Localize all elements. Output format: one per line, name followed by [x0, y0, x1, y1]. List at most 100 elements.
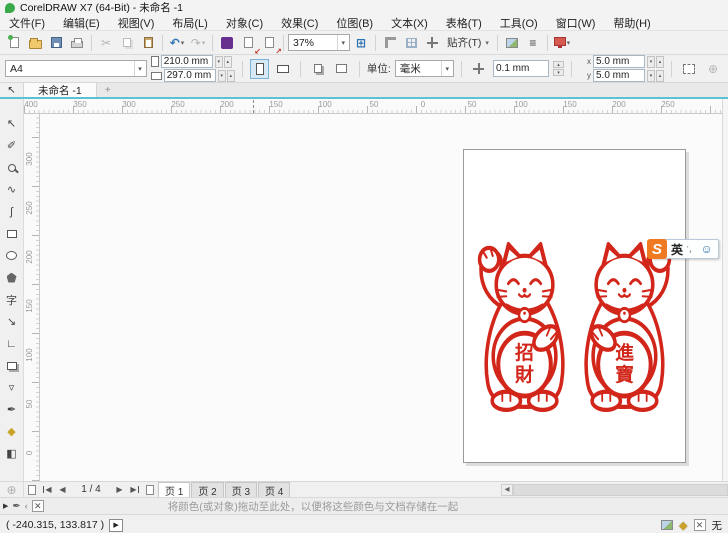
nudge-stepper[interactable]: ▴ ▾	[552, 61, 564, 76]
open-button[interactable]	[25, 33, 45, 53]
copy-button[interactable]	[117, 33, 137, 53]
toolbox-customize-button[interactable]: ⊕	[0, 482, 24, 497]
current-page-button[interactable]	[332, 59, 352, 79]
hscroll-left-button[interactable]: ◂	[501, 483, 513, 496]
vertical-scrollbar[interactable]	[722, 99, 728, 481]
page-tab-2[interactable]: 页 2	[191, 482, 224, 498]
menu-effects[interactable]: 效果(C)	[272, 15, 327, 31]
duplicate-x-field[interactable]	[592, 55, 645, 68]
chevron-down-icon[interactable]: ▾	[441, 61, 449, 76]
fullscreen-preview-button[interactable]: ⊞	[351, 33, 371, 53]
next-page-button[interactable]: ▶	[112, 482, 127, 497]
image-adjust-icon[interactable]	[661, 520, 674, 530]
application-launcher-button[interactable]: ▾	[552, 33, 572, 53]
fill-tool[interactable]: ◆	[1, 421, 22, 442]
sogou-logo-icon[interactable]: S	[647, 239, 667, 259]
menu-file[interactable]: 文件(F)	[0, 15, 54, 31]
menu-object[interactable]: 对象(C)	[217, 15, 272, 31]
units-combo[interactable]: 毫米 ▾	[394, 60, 454, 77]
add-property-button[interactable]: ⊕	[703, 59, 723, 79]
snap-button[interactable]	[422, 33, 442, 53]
duplicate-y-field[interactable]	[592, 69, 645, 82]
graphics-options-button[interactable]: ≡	[523, 33, 543, 53]
ime-tools-icon[interactable]: '，	[687, 244, 697, 255]
status-flyout-button[interactable]: ▶	[109, 518, 124, 532]
page-indicator[interactable]: 1 / 4	[70, 484, 112, 495]
add-page-after-button[interactable]	[142, 482, 158, 497]
show-rulers-button[interactable]	[380, 33, 400, 53]
dimension-tool[interactable]: ↘	[1, 311, 22, 332]
menu-bitmaps[interactable]: 位图(B)	[327, 15, 382, 31]
page-tab-4[interactable]: 页 4	[258, 482, 291, 498]
fill-color-icon[interactable]: ◆	[679, 519, 687, 532]
chevron-down-icon[interactable]: ▾	[134, 61, 142, 76]
paper-height-stepper[interactable]: ▾ ▴	[217, 69, 235, 82]
portrait-button[interactable]	[249, 58, 270, 79]
search-content-button[interactable]	[217, 33, 237, 53]
interactive-fill-tool[interactable]: ◧	[1, 443, 22, 464]
paper-width-field[interactable]	[160, 55, 213, 68]
undo-dropdown-caret[interactable]: ▾	[181, 39, 185, 47]
page-tab-1[interactable]: 页 1	[158, 482, 191, 498]
import-button[interactable]: ↙	[238, 33, 261, 56]
menu-view[interactable]: 视图(V)	[109, 15, 164, 31]
rectangle-tool[interactable]	[1, 223, 22, 244]
menu-help[interactable]: 帮助(H)	[604, 15, 659, 31]
shape-tool[interactable]: ✐	[1, 135, 22, 156]
palette-scroll-left-button[interactable]: ‹	[25, 501, 28, 511]
snap-to-dropdown[interactable]: 贴齐(T) ▾	[443, 33, 493, 53]
print-button[interactable]	[67, 33, 87, 53]
ime-language-bar[interactable]: S 英 '， ☺	[647, 239, 719, 259]
menu-window[interactable]: 窗口(W)	[547, 15, 605, 31]
options-button[interactable]	[502, 33, 522, 53]
paper-type-combo[interactable]: A4 ▾	[5, 60, 147, 77]
menu-layout[interactable]: 布局(L)	[163, 15, 216, 31]
all-pages-button[interactable]	[308, 59, 328, 79]
export-button[interactable]: ↗	[259, 33, 282, 56]
polygon-tool[interactable]	[1, 267, 22, 288]
new-document-tab-button[interactable]: +	[97, 83, 119, 97]
freehand-tool[interactable]: ∿	[1, 179, 22, 200]
last-page-button[interactable]: ▶	[127, 482, 142, 497]
paper-width-stepper[interactable]: ▾ ▴	[214, 55, 232, 68]
previous-page-button[interactable]: ◀	[55, 482, 70, 497]
palette-eyedropper-icon[interactable]: ✒	[12, 501, 20, 512]
zoom-level-combo[interactable]: 37% ▾	[288, 34, 350, 51]
menu-table[interactable]: 表格(T)	[437, 15, 491, 31]
connector-tool[interactable]: ∟	[1, 333, 22, 354]
horizontal-scrollbar[interactable]	[513, 483, 728, 496]
cut-button[interactable]: ✂	[96, 33, 116, 53]
no-color-swatch[interactable]: ✕	[31, 500, 44, 512]
treat-as-filled-button[interactable]	[679, 59, 699, 79]
ellipse-tool[interactable]	[1, 245, 22, 266]
paper-height-field[interactable]	[163, 69, 216, 82]
drop-shadow-tool[interactable]	[1, 355, 22, 376]
ime-language-indicator[interactable]: 英	[671, 241, 683, 258]
transparency-tool[interactable]: ▿	[1, 377, 22, 398]
palette-flyout-button[interactable]: ▶	[3, 502, 8, 510]
first-page-button[interactable]: ◀	[40, 482, 55, 497]
text-tool[interactable]: 字	[1, 289, 22, 310]
menu-edit[interactable]: 编辑(E)	[54, 15, 109, 31]
menu-tools[interactable]: 工具(O)	[491, 15, 547, 31]
new-document-button[interactable]	[4, 33, 24, 53]
show-grid-button[interactable]	[401, 33, 421, 53]
landscape-button[interactable]	[273, 59, 293, 79]
pick-tool[interactable]: ↖	[1, 113, 22, 134]
page-tab-3[interactable]: 页 3	[224, 482, 258, 498]
undo-button[interactable]: ↶ ▾	[167, 33, 187, 53]
save-button[interactable]	[46, 33, 66, 53]
paste-button[interactable]	[138, 33, 158, 53]
redo-dropdown-caret[interactable]: ▾	[202, 39, 206, 47]
chevron-down-icon[interactable]: ▾	[337, 35, 345, 50]
menu-text[interactable]: 文本(X)	[382, 15, 437, 31]
redo-button[interactable]: ↷ ▾	[188, 33, 208, 53]
add-page-before-button[interactable]	[24, 482, 40, 497]
outline-color-swatch[interactable]: ✕	[693, 519, 706, 531]
ime-smiley-icon[interactable]: ☺	[701, 242, 713, 256]
duplicate-x-stepper[interactable]: ▾ ▴	[646, 55, 664, 68]
document-tab-untitled[interactable]: 未命名 -1	[24, 83, 97, 97]
drawing-area[interactable]: 招 財 進 寶 S 英 '， ☺	[40, 114, 722, 481]
color-eyedropper-tool[interactable]: ✒	[1, 399, 22, 420]
duplicate-y-stepper[interactable]: ▾ ▴	[646, 69, 664, 82]
